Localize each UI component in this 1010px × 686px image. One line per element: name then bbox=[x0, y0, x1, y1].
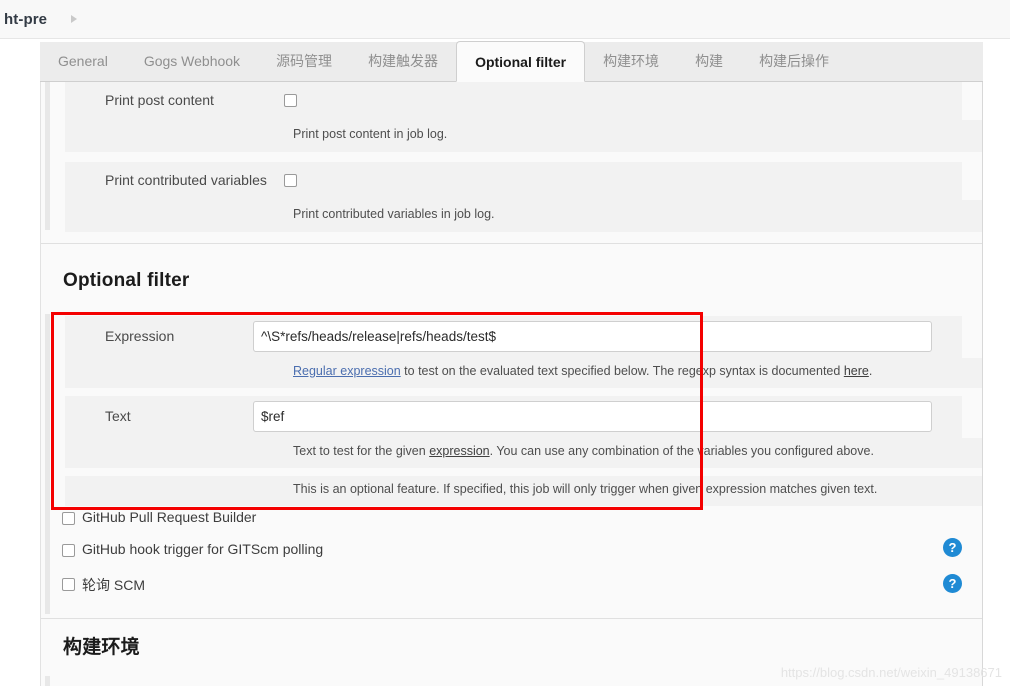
here-link[interactable]: here bbox=[844, 364, 869, 378]
tab-general[interactable]: General bbox=[40, 42, 126, 81]
setting-help-text: Print contributed variables in job log. bbox=[293, 207, 495, 221]
print-contributed-variables-checkbox[interactable] bbox=[284, 174, 297, 187]
text-label: Text bbox=[105, 408, 131, 424]
optional-filter-note-row: This is an optional feature. If specifie… bbox=[65, 476, 982, 506]
tab-source-management[interactable]: 源码管理 bbox=[258, 42, 350, 81]
tab-build[interactable]: 构建 bbox=[677, 42, 741, 81]
expression-label: Expression bbox=[105, 328, 175, 344]
build-environment-section-title: 构建环境 bbox=[63, 637, 140, 658]
setting-label: Print contributed variables bbox=[105, 172, 267, 188]
expression-help-text: Regular expression to test on the evalua… bbox=[293, 364, 872, 378]
text-input[interactable] bbox=[253, 401, 932, 432]
chevron-right-icon[interactable] bbox=[71, 15, 78, 23]
breadcrumb-bar: ht-pre bbox=[0, 0, 1010, 39]
nested-block-indicator-filter bbox=[45, 314, 50, 506]
optional-filter-note: This is an optional feature. If specifie… bbox=[293, 482, 878, 496]
nested-block-indicator-stub bbox=[45, 676, 50, 686]
setting-row-print-contributed-variables: Print contributed variables bbox=[65, 162, 962, 200]
breadcrumb-item-project[interactable]: ht-pre bbox=[4, 11, 47, 28]
row-gap bbox=[65, 152, 962, 162]
expression-input[interactable] bbox=[253, 321, 932, 352]
nested-block-indicator-bottom bbox=[45, 506, 50, 614]
tab-gogs-webhook[interactable]: Gogs Webhook bbox=[126, 42, 258, 81]
expression-link[interactable]: expression bbox=[429, 444, 489, 458]
github-pull-request-builder-label[interactable]: GitHub Pull Request Builder bbox=[82, 509, 256, 525]
tab-strip: General Gogs Webhook 源码管理 构建触发器 Optional… bbox=[40, 41, 983, 82]
help-icon-github-hook[interactable]: ? bbox=[943, 538, 962, 557]
tab-build-environment[interactable]: 构建环境 bbox=[585, 42, 677, 81]
github-hook-trigger-checkbox[interactable] bbox=[62, 544, 75, 557]
print-post-content-checkbox[interactable] bbox=[284, 94, 297, 107]
setting-row-print-post-content: Print post content bbox=[65, 82, 962, 120]
expression-help-suffix: . bbox=[868, 364, 873, 378]
poll-scm-label[interactable]: 轮询 SCM bbox=[82, 575, 145, 595]
github-hook-trigger-label[interactable]: GitHub hook trigger for GITScm polling bbox=[82, 541, 323, 557]
tab-build-triggers[interactable]: 构建触发器 bbox=[350, 42, 456, 81]
optional-filter-section-title: Optional filter bbox=[63, 270, 190, 291]
nested-block-indicator-top bbox=[45, 82, 50, 230]
help-icon-poll-scm[interactable]: ? bbox=[943, 574, 962, 593]
text-help-text: Text to test for the given expression. Y… bbox=[293, 444, 874, 458]
watermark: https://blog.csdn.net/weixin_49138671 bbox=[780, 665, 1002, 680]
tab-post-build-actions[interactable]: 构建后操作 bbox=[741, 42, 847, 81]
text-help-row: Text to test for the given expression. Y… bbox=[65, 438, 982, 468]
section-divider bbox=[41, 243, 982, 244]
text-help-suffix: . You can use any combination of the var… bbox=[489, 444, 874, 458]
setting-label: Print post content bbox=[105, 92, 214, 108]
github-pull-request-builder-checkbox[interactable] bbox=[62, 512, 75, 525]
regular-expression-link[interactable]: Regular expression bbox=[293, 364, 401, 378]
bottom-section-divider bbox=[41, 618, 982, 619]
poll-scm-checkbox[interactable] bbox=[62, 578, 75, 591]
tab-optional-filter[interactable]: Optional filter bbox=[456, 41, 586, 82]
expression-help-row: Regular expression to test on the evalua… bbox=[65, 358, 982, 388]
expression-help-mid: to test on the evaluated text specified … bbox=[400, 364, 844, 378]
text-help-prefix: Text to test for the given bbox=[293, 444, 430, 458]
setting-help-row: Print contributed variables in job log. bbox=[65, 200, 982, 232]
setting-help-row: Print post content in job log. bbox=[65, 120, 982, 152]
config-panel: Print post content Print post content in… bbox=[40, 82, 983, 686]
setting-help-text: Print post content in job log. bbox=[293, 127, 448, 141]
